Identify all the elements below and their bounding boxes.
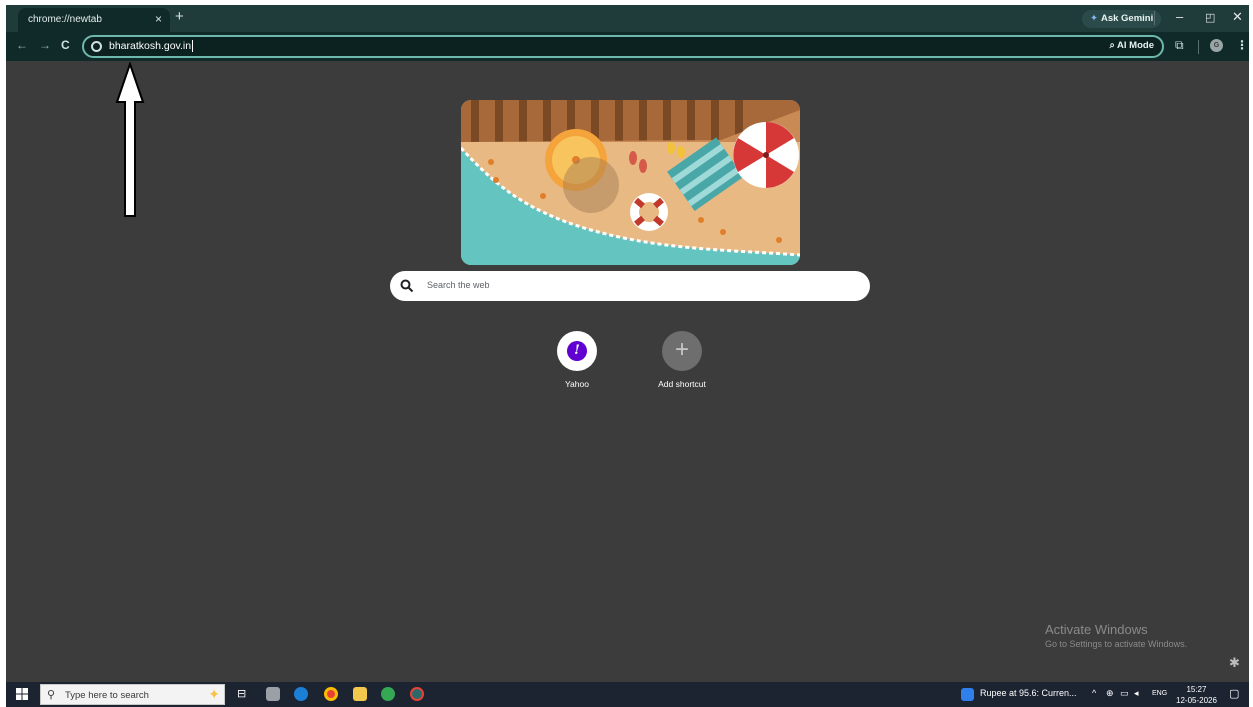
network-icon[interactable]: ⊕ bbox=[1106, 688, 1114, 699]
windows-start-icon[interactable] bbox=[16, 688, 28, 700]
gemini-sparkle-icon: ✦ bbox=[1090, 13, 1098, 24]
news-widget-icon[interactable] bbox=[961, 688, 974, 701]
doodle-image[interactable] bbox=[461, 100, 800, 265]
taskbar-search-placeholder: Type here to search bbox=[65, 690, 149, 701]
toolbar: ← → C bharatkosh.gov.in ⌕ AI Mode ⧉ G ⋮ bbox=[6, 32, 1249, 61]
tab-newtab[interactable]: chrome://newtab × bbox=[18, 8, 170, 32]
search-placeholder: Search the web bbox=[427, 280, 490, 290]
clock-time: 15:27 bbox=[1186, 685, 1207, 694]
browser-window: chrome://newtab × + ✦ Ask Gemini – ◰ ✕ ← … bbox=[6, 5, 1249, 702]
ai-mode-button[interactable]: ⌕ AI Mode bbox=[1109, 40, 1154, 51]
search-icon: ⚲ bbox=[47, 689, 56, 701]
ntp-search-box[interactable]: Search the web bbox=[390, 271, 870, 301]
menu-icon[interactable]: ⋮ bbox=[1236, 38, 1248, 52]
forward-button[interactable]: → bbox=[39, 38, 51, 52]
clock-date: 12-05-2026 bbox=[1176, 696, 1217, 705]
notifications-icon[interactable]: ▢ bbox=[1229, 687, 1239, 700]
back-button[interactable]: ← bbox=[16, 38, 28, 52]
restore-button[interactable]: ◰ bbox=[1205, 11, 1215, 24]
shortcut-tile: + bbox=[662, 331, 702, 371]
activate-windows-watermark: Activate Windows Go to Settings to activ… bbox=[1045, 622, 1187, 649]
language-indicator[interactable]: ENG bbox=[1152, 690, 1167, 697]
tab-search-icon[interactable]: ⧉ bbox=[1175, 38, 1184, 53]
volume-icon[interactable]: ◂ bbox=[1134, 688, 1139, 699]
site-info-icon[interactable] bbox=[91, 41, 102, 52]
customize-gear-icon[interactable]: ✱ bbox=[1229, 655, 1240, 671]
taskbar: ⚲ Type here to search ✦ ⊟ Rupee at 95.6:… bbox=[6, 682, 1249, 707]
edge-icon[interactable] bbox=[294, 687, 308, 701]
reload-button[interactable]: C bbox=[61, 38, 70, 52]
ask-gemini-button[interactable]: ✦ Ask Gemini bbox=[1082, 10, 1162, 28]
minimize-button[interactable]: – bbox=[1176, 9, 1183, 24]
clock[interactable]: 15:27 12-05-2026 bbox=[1176, 684, 1217, 706]
news-widget[interactable]: Rupee at 95.6: Curren... bbox=[980, 688, 1077, 698]
tab-strip: chrome://newtab × + ✦ Ask Gemini – ◰ ✕ bbox=[6, 5, 1249, 32]
chrome-icon[interactable] bbox=[324, 687, 338, 701]
file-explorer-icon[interactable] bbox=[353, 687, 367, 701]
tab-close-icon[interactable]: × bbox=[155, 12, 162, 26]
plus-icon: + bbox=[674, 336, 689, 363]
chrome-profile-icon[interactable] bbox=[381, 687, 395, 701]
close-window-button[interactable]: ✕ bbox=[1232, 9, 1243, 25]
watermark-subtitle: Go to Settings to activate Windows. bbox=[1045, 639, 1188, 649]
address-bar[interactable]: bharatkosh.gov.in ⌕ AI Mode bbox=[82, 35, 1164, 58]
chrome-active-icon[interactable] bbox=[410, 687, 424, 701]
display-icon[interactable]: ▭ bbox=[1120, 688, 1129, 699]
watermark-title: Activate Windows bbox=[1045, 622, 1148, 637]
yahoo-icon: ! bbox=[567, 341, 587, 361]
profile-avatar[interactable]: G bbox=[1210, 39, 1223, 52]
up-arrow-annotation bbox=[115, 62, 145, 217]
shortcut-label: Add shortcut bbox=[658, 379, 706, 389]
divider bbox=[1198, 40, 1199, 54]
ai-mode-icon: ⌕ bbox=[1109, 40, 1118, 51]
shortcut-label: Yahoo bbox=[565, 379, 589, 389]
taskbar-search-input[interactable]: ⚲ Type here to search ✦ bbox=[40, 684, 225, 705]
ask-gemini-label: Ask Gemini bbox=[1100, 13, 1154, 24]
shortcut-yahoo[interactable]: ! Yahoo bbox=[532, 331, 622, 389]
task-view-icon[interactable]: ⊟ bbox=[237, 687, 246, 700]
divider bbox=[1154, 11, 1155, 25]
tab-title: chrome://newtab bbox=[28, 14, 102, 25]
copilot-sparkle-icon[interactable]: ✦ bbox=[208, 686, 220, 703]
tray-chevron-icon[interactable]: ^ bbox=[1092, 688, 1096, 698]
new-tab-button[interactable]: + bbox=[175, 8, 184, 25]
shortcut-add[interactable]: + Add shortcut bbox=[637, 331, 727, 389]
shortcut-tile: ! bbox=[557, 331, 597, 371]
address-input[interactable]: bharatkosh.gov.in bbox=[109, 40, 194, 53]
calculator-icon[interactable] bbox=[266, 687, 280, 701]
search-icon bbox=[400, 279, 414, 293]
